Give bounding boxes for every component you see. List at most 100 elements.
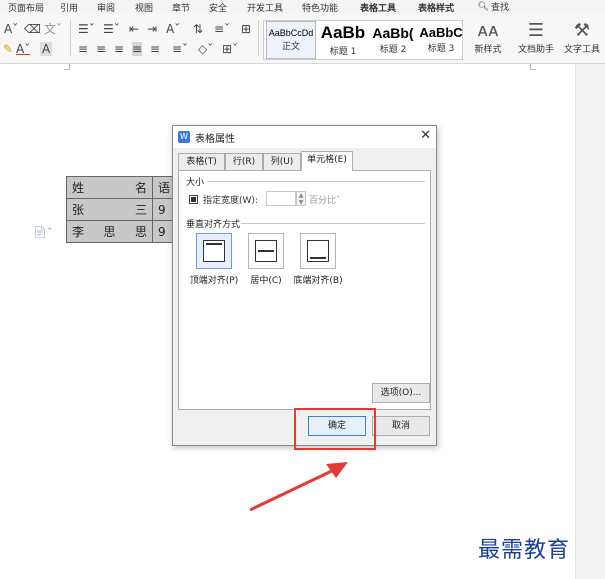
tab-table[interactable]: 表格(T) bbox=[178, 153, 225, 170]
style-sample: AaBb bbox=[320, 23, 366, 42]
menu-table-style[interactable]: 表格样式 bbox=[418, 1, 454, 14]
table-grid-icon[interactable]: ⊞ bbox=[241, 22, 251, 36]
line-spacing-2-icon[interactable]: ≡ˇ bbox=[172, 42, 188, 56]
distribute-icon[interactable]: ≡ bbox=[150, 42, 160, 56]
dialog-title: 表格属性 bbox=[195, 134, 235, 145]
specify-width-label: 指定宽度(W): bbox=[203, 196, 258, 206]
menu-security[interactable]: 安全 bbox=[209, 1, 227, 14]
text-direction-icon[interactable]: Aˇ bbox=[166, 22, 180, 36]
search-button[interactable]: 🔍︎ 查找 bbox=[477, 0, 509, 14]
valign-center-icon bbox=[248, 233, 284, 269]
pointer-arrow-icon bbox=[249, 462, 348, 512]
group-divider bbox=[241, 223, 425, 224]
width-unit-select[interactable]: 百分比ˇ bbox=[309, 193, 341, 206]
menu-view[interactable]: 视图 bbox=[135, 1, 153, 14]
search-icon: 🔍︎ bbox=[477, 1, 489, 12]
tab-row[interactable]: 行(R) bbox=[225, 153, 263, 170]
style-normal[interactable]: AaBbCcDd 正文 bbox=[266, 21, 316, 59]
bullet-list-icon[interactable]: ☰ˇ bbox=[78, 22, 95, 36]
doc-assistant-icon: ☰ bbox=[527, 20, 545, 41]
eraser-icon[interactable]: ⌫ bbox=[24, 22, 41, 36]
menu-special-features[interactable]: 特色功能 bbox=[302, 1, 338, 14]
valign-bottom-label: 底端对齐(B) bbox=[293, 276, 343, 286]
cell-tab-panel: 大小 指定宽度(W): ▲ ▼ 百分比ˇ 垂直对齐方式 顶端对齐(P) 居中(C)… bbox=[178, 170, 431, 410]
search-label: 查找 bbox=[490, 3, 509, 13]
font-color-icon[interactable]: Aˇ bbox=[16, 42, 30, 56]
menu-bar: 页面布局 引用 审阅 视图 章节 安全 开发工具 特色功能 表格工具 表格样式 … bbox=[0, 0, 605, 14]
highlight-icon[interactable]: ✎ bbox=[3, 42, 13, 56]
style-name: 标题 1 bbox=[329, 47, 357, 57]
document-table: 姓名 语 张三 9 李思思 9 bbox=[66, 176, 177, 243]
specify-width-checkbox[interactable] bbox=[189, 195, 198, 204]
increase-indent-icon[interactable]: ⇥ bbox=[147, 22, 157, 36]
margin-mark bbox=[64, 64, 70, 70]
document-margin-strip bbox=[575, 64, 605, 579]
valign-center-option[interactable]: 居中(C) bbox=[241, 233, 291, 286]
text-tools-button[interactable]: ⚒ 文字工具 bbox=[561, 20, 603, 55]
style-name: 正文 bbox=[281, 42, 300, 52]
style-sample: AaBbCcDd bbox=[268, 28, 314, 38]
style-heading-3[interactable]: AaBbC 标题 3 bbox=[416, 21, 466, 59]
style-sample: AaBbC bbox=[419, 25, 463, 40]
new-style-button[interactable]: ᴀᴀ 新样式 bbox=[467, 20, 509, 55]
group-divider bbox=[207, 181, 425, 182]
text-tools-label: 文字工具 bbox=[563, 45, 600, 55]
tab-column[interactable]: 列(U) bbox=[263, 153, 301, 170]
ok-button-highlight bbox=[294, 408, 376, 450]
valign-bottom-option[interactable]: 底端对齐(B) bbox=[293, 233, 343, 286]
justify-icon[interactable]: ≡ bbox=[132, 42, 143, 56]
align-right-icon[interactable]: ≡ bbox=[114, 42, 124, 56]
numbered-list-icon[interactable]: ☰ˇ bbox=[103, 22, 120, 36]
valign-center-label: 居中(C) bbox=[250, 276, 282, 286]
phonetic-guide-icon[interactable]: 文ˇ bbox=[44, 22, 62, 36]
tab-cell[interactable]: 单元格(E) bbox=[301, 151, 353, 171]
width-unit-value: 百分比 bbox=[309, 196, 337, 206]
width-input[interactable] bbox=[266, 191, 296, 206]
style-gallery: AaBbCcDd 正文 AaBb 标题 1 AaBb( 标题 2 AaBbC 标… bbox=[263, 20, 463, 60]
style-name: 标题 2 bbox=[379, 45, 407, 55]
watermark-logo: 最需教育 bbox=[478, 538, 571, 563]
valign-group-label: 垂直对齐方式 bbox=[186, 220, 241, 230]
style-sample: AaBb( bbox=[372, 25, 414, 41]
char-shading-icon[interactable]: A bbox=[40, 42, 53, 56]
table-cell[interactable]: 张三 bbox=[66, 198, 153, 221]
table-row: 姓名 语 bbox=[66, 176, 177, 199]
menu-review[interactable]: 审阅 bbox=[97, 1, 115, 14]
style-name: 标题 3 bbox=[427, 44, 455, 54]
dialog-titlebar[interactable]: W 表格属性 ✕ bbox=[173, 126, 436, 148]
menu-developer-tools[interactable]: 开发工具 bbox=[247, 1, 283, 14]
font-grow-icon[interactable]: Aˇ bbox=[4, 22, 18, 36]
menu-references[interactable]: 引用 bbox=[60, 1, 78, 14]
align-left-icon[interactable]: ≡ bbox=[78, 42, 88, 56]
align-center-icon[interactable]: ≡ bbox=[96, 42, 106, 56]
table-cell[interactable]: 姓名 bbox=[66, 176, 153, 199]
shading-icon[interactable]: ◇ˇ bbox=[198, 42, 213, 56]
valign-top-label: 顶端对齐(P) bbox=[189, 276, 239, 286]
valign-top-option[interactable]: 顶端对齐(P) bbox=[189, 233, 239, 286]
table-cell[interactable]: 李思思 bbox=[66, 220, 153, 243]
sort-icon[interactable]: ⇅ bbox=[193, 22, 203, 36]
decrease-indent-icon[interactable]: ⇤ bbox=[129, 22, 139, 36]
doc-assistant-button[interactable]: ☰ 文档助手 bbox=[515, 20, 557, 55]
wrench-icon: ⚒ bbox=[573, 20, 591, 41]
width-spinner[interactable]: ▲ ▼ bbox=[296, 191, 306, 206]
line-spacing-icon[interactable]: ≡ˇ bbox=[214, 22, 230, 36]
paragraph-layout-icon[interactable]: 📄︎ˇ bbox=[33, 226, 52, 239]
menu-table-tools[interactable]: 表格工具 bbox=[360, 1, 396, 14]
valign-bottom-icon bbox=[300, 233, 336, 269]
table-row: 李思思 9 bbox=[66, 220, 177, 243]
size-group-label: 大小 bbox=[186, 178, 205, 188]
style-heading-2[interactable]: AaBb( 标题 2 bbox=[368, 21, 418, 59]
menu-page-layout[interactable]: 页面布局 bbox=[8, 1, 44, 14]
options-button[interactable]: 选项(O)... bbox=[372, 383, 430, 403]
menu-chapter[interactable]: 章节 bbox=[172, 1, 190, 14]
borders-icon[interactable]: ⊞ˇ bbox=[222, 42, 238, 56]
valign-top-icon bbox=[196, 233, 232, 269]
table-properties-dialog: W 表格属性 ✕ 表格(T) 行(R) 列(U) 单元格(E) 大小 指定宽度(… bbox=[172, 125, 437, 446]
style-heading-1[interactable]: AaBb 标题 1 bbox=[318, 21, 368, 59]
close-icon[interactable]: ✕ bbox=[420, 128, 431, 143]
wps-app-icon: W bbox=[178, 131, 190, 143]
new-style-label: 新样式 bbox=[474, 45, 502, 55]
new-style-icon: ᴀᴀ bbox=[477, 20, 499, 41]
cancel-button[interactable]: 取消 bbox=[372, 416, 430, 436]
